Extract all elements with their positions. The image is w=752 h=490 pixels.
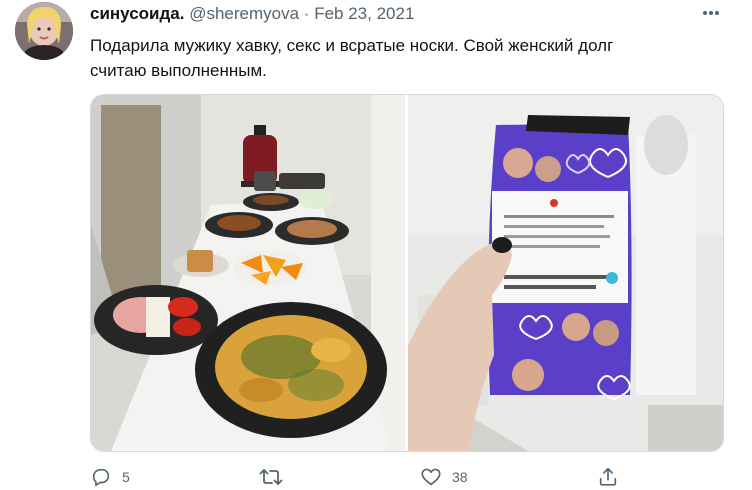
retweet-button[interactable] [259, 466, 293, 488]
more-dots-icon [703, 11, 719, 15]
header-separator: · [303, 4, 310, 23]
tweet-text-line: Подарила мужику хавку, секс и всратые но… [90, 36, 614, 55]
food-table-photo [91, 95, 405, 451]
reply-icon [92, 468, 110, 487]
tweet-text: Подарила мужику хавку, секс и всратые но… [90, 33, 710, 83]
media-grid [90, 94, 724, 452]
author-name[interactable]: синусоида. [90, 4, 184, 23]
share-button[interactable] [597, 466, 619, 488]
reply-count: 5 [122, 469, 130, 485]
media-photo-socks[interactable] [408, 95, 723, 451]
share-icon [599, 467, 617, 486]
retweet-icon [259, 469, 283, 485]
reply-button[interactable]: 5 [90, 466, 130, 488]
like-button[interactable]: 38 [420, 466, 468, 488]
socks-gift-photo [408, 95, 723, 451]
more-options-button[interactable] [700, 4, 722, 22]
tweet-header: синусоида. @sheremyova · Feb 23, 2021 [90, 4, 414, 24]
avatar-image [15, 2, 73, 60]
tweet-text-line: считаю выполненным. [90, 61, 267, 80]
heart-icon [421, 468, 441, 486]
avatar[interactable] [15, 2, 73, 60]
author-handle[interactable]: @sheremyova [189, 4, 299, 23]
media-photo-food[interactable] [91, 95, 405, 451]
tweet-date[interactable]: Feb 23, 2021 [314, 4, 414, 23]
like-count: 38 [452, 469, 468, 485]
tweet-actions: 5 38 [0, 466, 752, 490]
